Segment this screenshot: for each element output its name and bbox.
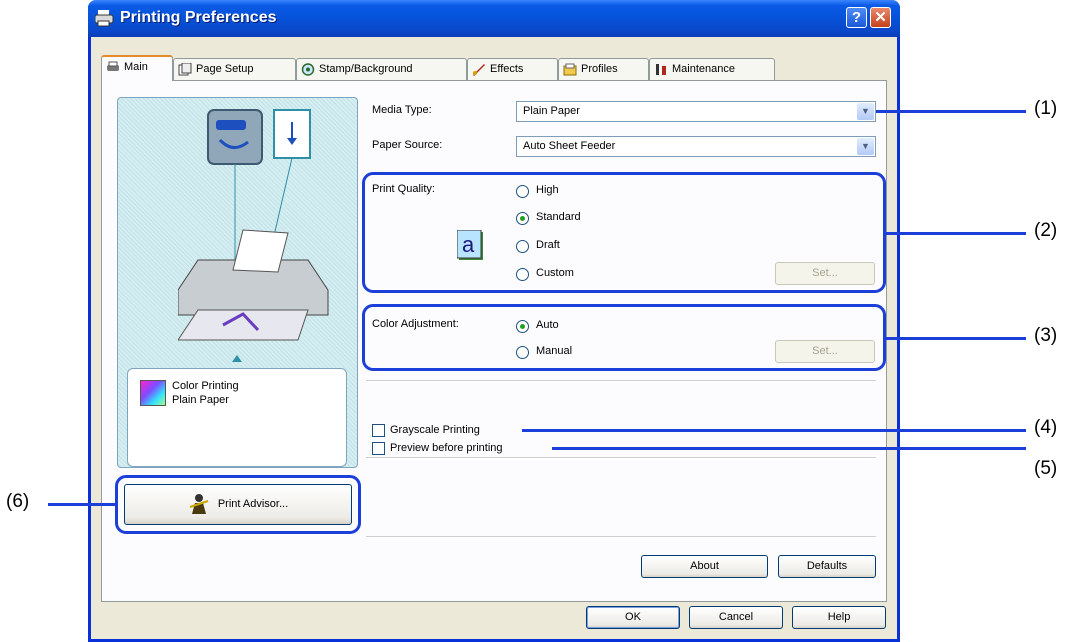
defaults-button[interactable]: Defaults	[778, 555, 876, 578]
tab-main-label: Main	[124, 61, 148, 73]
quality-standard-radio[interactable]	[516, 212, 529, 225]
quality-draft-label: Draft	[536, 239, 560, 251]
callout-line-3	[886, 337, 1026, 340]
paper-source-select[interactable]: Auto Sheet Feeder ▼	[516, 136, 876, 157]
tab-main[interactable]: Main	[101, 55, 173, 81]
callout-line-6	[48, 503, 118, 506]
help-title-button[interactable]: ?	[846, 7, 867, 28]
quality-custom-label: Custom	[536, 267, 574, 279]
divider	[366, 380, 876, 382]
media-type-value: Plain Paper	[523, 105, 580, 117]
print-quality-label: Print Quality:	[372, 183, 435, 195]
grayscale-label: Grayscale Printing	[390, 424, 480, 436]
tab-profiles-label: Profiles	[581, 63, 618, 75]
tab-maintenance-label: Maintenance	[672, 63, 735, 75]
grayscale-checkbox[interactable]	[372, 424, 385, 437]
svg-text:a: a	[462, 232, 475, 257]
ok-button[interactable]: OK	[586, 606, 680, 629]
color-auto-radio[interactable]	[516, 320, 529, 333]
callout-line-2	[886, 232, 1026, 235]
callout-4: (4)	[1034, 417, 1058, 438]
callout-3: (3)	[1034, 325, 1058, 346]
profiles-icon	[563, 63, 577, 76]
status-line-paper: Plain Paper	[172, 394, 229, 406]
help-button[interactable]: Help	[792, 606, 886, 629]
tab-stamp-background-label: Stamp/Background	[319, 63, 413, 75]
media-type-select[interactable]: Plain Paper ▼	[516, 101, 876, 122]
callout-2: (2)	[1034, 220, 1058, 241]
quality-letter-a-icon: a	[456, 229, 483, 260]
color-manual-label: Manual	[536, 345, 573, 357]
window-title: Printing Preferences	[120, 9, 277, 26]
tab-effects-label: Effects	[490, 63, 524, 75]
quality-high-radio[interactable]	[516, 185, 529, 198]
divider	[366, 457, 876, 459]
callout-line-5	[552, 447, 1026, 450]
callout-5: (5)	[1034, 458, 1058, 479]
paper-source-value: Auto Sheet Feeder	[523, 140, 616, 152]
chevron-down-icon: ▼	[857, 138, 874, 155]
color-swatch-icon	[140, 380, 166, 406]
brush-icon	[472, 63, 486, 76]
paper-source-label: Paper Source:	[372, 139, 443, 151]
media-type-label: Media Type:	[372, 104, 432, 116]
color-set-button[interactable]: Set...	[775, 340, 875, 363]
tab-page-setup[interactable]: Page Setup	[173, 58, 296, 80]
printer-illustration-icon	[177, 100, 350, 350]
about-button[interactable]: About	[641, 555, 768, 578]
quality-draft-radio[interactable]	[516, 240, 529, 253]
tab-page-setup-label: Page Setup	[196, 63, 254, 75]
printer-app-icon	[94, 9, 115, 27]
cancel-button[interactable]: Cancel	[689, 606, 783, 629]
chevron-down-icon: ▼	[857, 103, 874, 120]
callout-line-1	[876, 110, 1026, 113]
pages-icon	[178, 62, 192, 76]
quality-set-button[interactable]: Set...	[775, 262, 875, 285]
preview-before-checkbox[interactable]	[372, 442, 385, 455]
stamp-icon	[301, 62, 315, 76]
print-advisor-highlight	[115, 475, 361, 534]
tab-maintenance[interactable]: Maintenance	[649, 58, 775, 80]
tools-icon	[654, 63, 668, 76]
tab-stamp-background[interactable]: Stamp/Background	[296, 58, 467, 80]
color-auto-label: Auto	[536, 319, 559, 331]
tab-profiles[interactable]: Profiles	[558, 58, 649, 80]
status-line-color: Color Printing	[172, 380, 239, 392]
arrow-up-icon	[232, 355, 242, 362]
color-adjustment-label: Color Adjustment:	[372, 318, 459, 330]
printer-icon	[106, 61, 120, 74]
callout-6: (6)	[6, 491, 30, 512]
quality-high-label: High	[536, 184, 559, 196]
quality-custom-radio[interactable]	[516, 268, 529, 281]
divider	[366, 536, 876, 538]
callout-line-4	[522, 429, 1026, 432]
color-manual-radio[interactable]	[516, 346, 529, 359]
tab-effects[interactable]: Effects	[467, 58, 558, 80]
quality-standard-label: Standard	[536, 211, 581, 223]
callout-1: (1)	[1034, 98, 1058, 119]
close-title-button[interactable]: ✕	[870, 7, 891, 28]
preview-before-label: Preview before printing	[390, 442, 503, 454]
